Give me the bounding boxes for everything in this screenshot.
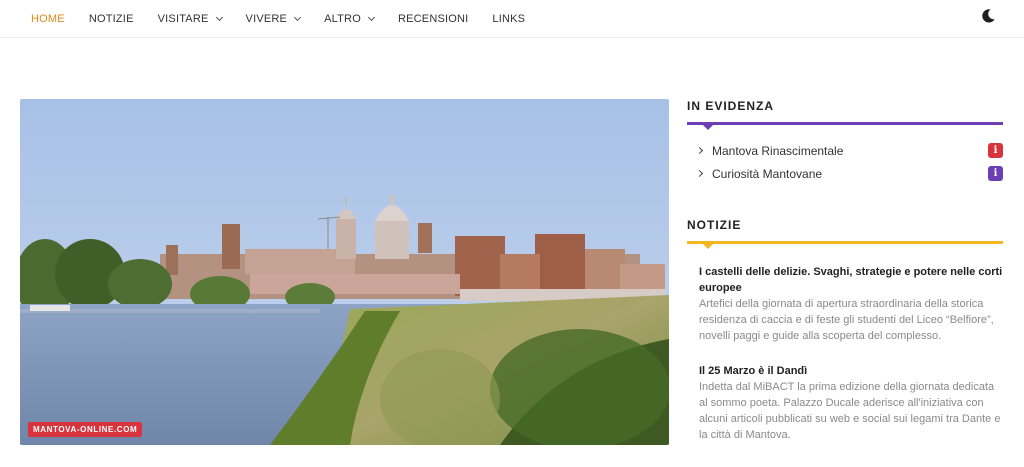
moon-icon[interactable] bbox=[980, 8, 996, 24]
nav-label: HOME bbox=[31, 13, 65, 25]
featured-item-label: Mantova Rinascimentale bbox=[712, 143, 844, 158]
chevron-down-icon bbox=[294, 13, 302, 22]
nav-item-links[interactable]: LINKS bbox=[492, 13, 525, 25]
nav-label: NOTIZIE bbox=[88, 13, 134, 25]
news-section: NOTIZIE I castelli delle delizie. Svaghi… bbox=[687, 218, 1003, 443]
news-list: I castelli delle delizie. Svaghi, strate… bbox=[687, 264, 1003, 443]
featured-list: Mantova Rinascimentale i Curiosità Manto… bbox=[687, 139, 1003, 185]
nav-label: RECENSIONI bbox=[397, 13, 469, 25]
featured-section: IN EVIDENZA Mantova Rinascimentale i Cur… bbox=[687, 99, 1003, 185]
news-item-title-link[interactable]: I castelli delle delizie. Svaghi, strate… bbox=[699, 264, 1003, 296]
nav-item-visitare[interactable]: VISITARE bbox=[157, 13, 223, 25]
news-item: I castelli delle delizie. Svaghi, strate… bbox=[699, 264, 1003, 344]
info-icon: i bbox=[988, 166, 1003, 181]
featured-item-label: Curiosità Mantovane bbox=[712, 166, 823, 181]
nav-item-notizie[interactable]: NOTIZIE bbox=[89, 13, 134, 25]
featured-divider bbox=[687, 122, 1003, 130]
nav-label: ALTRO bbox=[324, 13, 361, 25]
chevron-down-icon bbox=[215, 13, 223, 22]
news-item-excerpt: Artefici della giornata di apertura stra… bbox=[699, 298, 994, 342]
nav-label: VISITARE bbox=[157, 13, 209, 25]
nav-item-altro[interactable]: ALTRO bbox=[324, 13, 375, 25]
chevron-down-icon bbox=[367, 13, 375, 22]
site-watermark-badge: MANTOVA-ONLINE.COM bbox=[28, 422, 143, 437]
nav-label: LINKS bbox=[492, 13, 526, 25]
news-divider bbox=[687, 241, 1003, 249]
main-nav: HOME NOTIZIE VISITARE VIVERE ALTRO RECEN… bbox=[31, 0, 549, 38]
nav-label: VIVERE bbox=[245, 13, 288, 25]
nav-item-recensioni[interactable]: RECENSIONI bbox=[398, 13, 468, 25]
featured-item-curiosita-mantovane[interactable]: Curiosità Mantovane i bbox=[687, 162, 1003, 185]
chevron-right-icon bbox=[695, 146, 704, 155]
nav-item-home[interactable]: HOME bbox=[31, 13, 65, 25]
hero-image[interactable]: MANTOVA-ONLINE.COM bbox=[20, 99, 669, 445]
sidebar: IN EVIDENZA Mantova Rinascimentale i Cur… bbox=[687, 99, 1003, 462]
news-title: NOTIZIE bbox=[687, 218, 742, 232]
mantova-skyline-illustration bbox=[20, 99, 669, 445]
nav-item-vivere[interactable]: VIVERE bbox=[245, 13, 302, 25]
news-item-title-link[interactable]: Il 25 Marzo è il Dandì bbox=[699, 363, 1003, 379]
featured-item-mantova-rinascimentale[interactable]: Mantova Rinascimentale i bbox=[687, 139, 1003, 162]
info-icon: i bbox=[988, 143, 1003, 158]
featured-title: IN EVIDENZA bbox=[687, 99, 775, 113]
top-navbar: HOME NOTIZIE VISITARE VIVERE ALTRO RECEN… bbox=[0, 0, 1024, 38]
chevron-right-icon bbox=[695, 169, 704, 178]
news-item: Il 25 Marzo è il Dandì Indetta dal MiBAC… bbox=[699, 363, 1003, 443]
news-item-excerpt: Indetta dal MiBACT la prima edizione del… bbox=[699, 381, 1001, 441]
